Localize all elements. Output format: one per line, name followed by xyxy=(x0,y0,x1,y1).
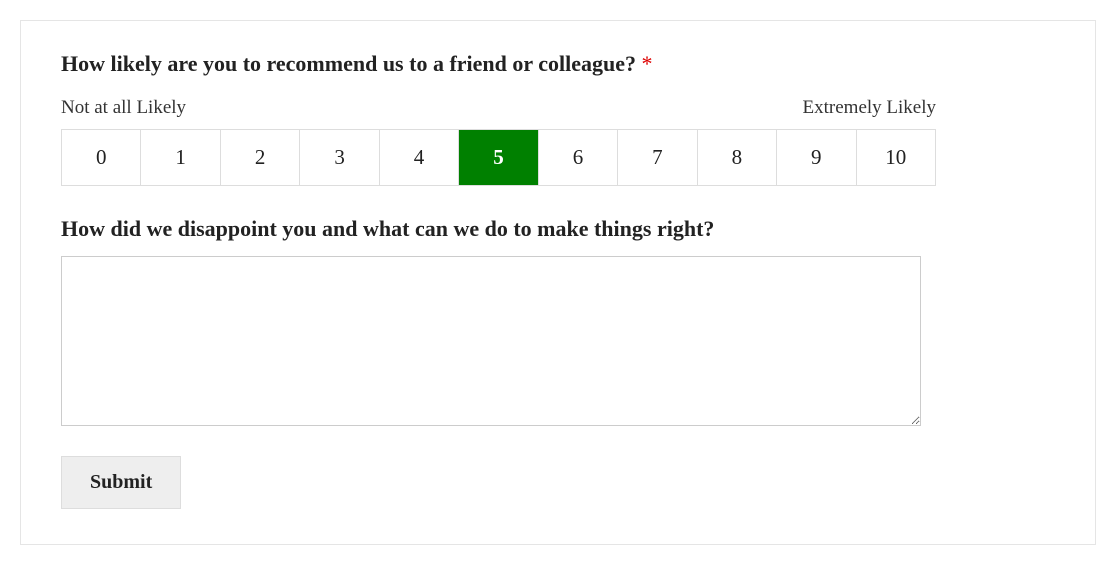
scale-option-10[interactable]: 10 xyxy=(857,130,935,185)
scale-option-8[interactable]: 8 xyxy=(698,130,777,185)
scale-option-6[interactable]: 6 xyxy=(539,130,618,185)
survey-form: How likely are you to recommend us to a … xyxy=(20,20,1096,545)
nps-scale: 012345678910 xyxy=(61,129,936,186)
followup-question-label: How did we disappoint you and what can w… xyxy=(61,216,1055,242)
scale-low-label: Not at all Likely xyxy=(61,97,186,119)
scale-high-label: Extremely Likely xyxy=(803,97,936,119)
nps-question-label: How likely are you to recommend us to a … xyxy=(61,51,1055,77)
required-asterisk: * xyxy=(642,51,653,76)
scale-option-4[interactable]: 4 xyxy=(380,130,459,185)
followup-textarea[interactable] xyxy=(61,256,921,426)
submit-button[interactable]: Submit xyxy=(61,456,181,509)
scale-option-1[interactable]: 1 xyxy=(141,130,220,185)
scale-option-5[interactable]: 5 xyxy=(459,130,538,185)
scale-option-2[interactable]: 2 xyxy=(221,130,300,185)
scale-option-3[interactable]: 3 xyxy=(300,130,379,185)
scale-anchor-labels: Not at all Likely Extremely Likely xyxy=(61,97,936,119)
scale-option-7[interactable]: 7 xyxy=(618,130,697,185)
scale-option-9[interactable]: 9 xyxy=(777,130,856,185)
scale-option-0[interactable]: 0 xyxy=(62,130,141,185)
question-text: How likely are you to recommend us to a … xyxy=(61,51,636,76)
